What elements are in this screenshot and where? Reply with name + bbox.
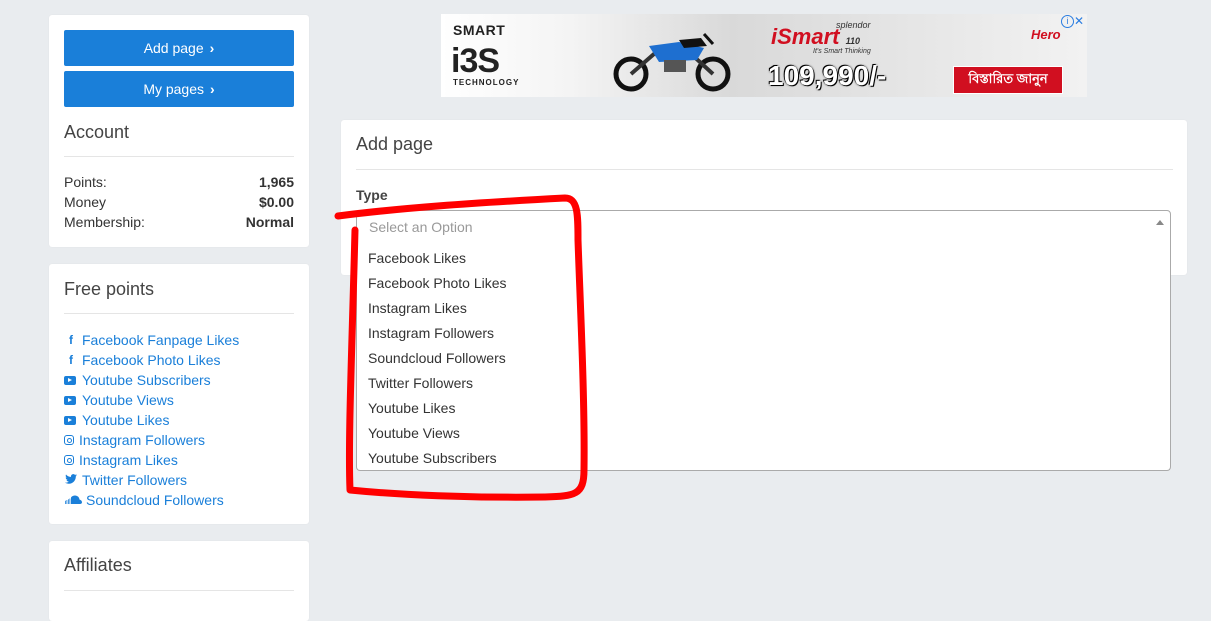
free-points-link-label: Youtube Likes bbox=[82, 412, 170, 428]
facebook-icon: f bbox=[69, 353, 73, 367]
ad-close-icon[interactable]: ✕ bbox=[1074, 14, 1084, 28]
ad-brand-top: SMART bbox=[453, 22, 506, 38]
money-value: $0.00 bbox=[258, 194, 294, 210]
dropdown-option[interactable]: Facebook Likes bbox=[357, 245, 1170, 270]
add-page-button[interactable]: Add page › bbox=[64, 30, 294, 66]
money-label: Money bbox=[64, 194, 107, 210]
free-points-panel: Free points f Facebook Fanpage Likes f F… bbox=[49, 264, 309, 524]
ad-brand-bottom: TECHNOLOGY bbox=[453, 78, 520, 87]
ad-price: 109,990/- bbox=[768, 60, 887, 91]
divider bbox=[64, 313, 294, 314]
free-points-link[interactable]: Instagram Likes bbox=[64, 450, 239, 470]
ad-model-suffix: 110 bbox=[845, 36, 860, 46]
money-row: Money $0.00 bbox=[64, 194, 294, 210]
type-select-placeholder: Select an Option bbox=[369, 219, 473, 235]
my-pages-button-label: My pages bbox=[143, 81, 205, 97]
dropdown-option[interactable]: Instagram Likes bbox=[357, 295, 1170, 320]
dropdown-option[interactable]: Youtube Views bbox=[357, 420, 1170, 445]
add-page-button-label: Add page bbox=[143, 40, 204, 56]
ad-info-icon[interactable]: i bbox=[1061, 15, 1074, 28]
chevron-right-icon: › bbox=[210, 81, 215, 97]
dropdown-option[interactable]: Youtube Likes bbox=[357, 395, 1170, 420]
points-value: 1,965 bbox=[258, 174, 294, 190]
ad-brand-main: i3S bbox=[451, 42, 500, 80]
youtube-icon bbox=[64, 375, 76, 385]
free-points-link[interactable]: f Facebook Photo Likes bbox=[64, 350, 239, 370]
free-points-link[interactable]: Instagram Followers bbox=[64, 430, 239, 450]
page-title: Add page bbox=[356, 134, 434, 154]
dropdown-option[interactable]: Instagram Followers bbox=[357, 320, 1170, 345]
account-panel: Add page › My pages › Account Points: 1,… bbox=[49, 15, 309, 247]
membership-label: Membership: bbox=[64, 214, 145, 230]
account-title: Account bbox=[64, 122, 130, 142]
free-points-link-label: Facebook Photo Likes bbox=[82, 352, 221, 368]
my-pages-button[interactable]: My pages › bbox=[64, 71, 294, 107]
free-points-link[interactable]: f Facebook Fanpage Likes bbox=[64, 330, 239, 350]
youtube-icon bbox=[64, 415, 76, 425]
dropdown-option[interactable]: Facebook Photo Likes bbox=[357, 270, 1170, 295]
free-points-link-label: Soundcloud Followers bbox=[86, 492, 224, 508]
free-points-link-label: Youtube Subscribers bbox=[82, 372, 211, 388]
free-points-link[interactable]: Twitter Followers bbox=[64, 470, 239, 490]
divider bbox=[64, 590, 294, 591]
free-points-link[interactable]: Soundcloud Followers bbox=[64, 490, 239, 510]
dropdown-option[interactable]: Twitter Followers bbox=[357, 370, 1170, 395]
points-label: Points: bbox=[64, 174, 107, 190]
free-points-link-label: Facebook Fanpage Likes bbox=[82, 332, 240, 348]
youtube-icon bbox=[64, 395, 76, 405]
dropdown-option[interactable]: Soundcloud Followers bbox=[357, 345, 1170, 370]
type-label: Type bbox=[356, 187, 388, 203]
dropdown-option[interactable]: Youtube Subscribers bbox=[357, 445, 1170, 470]
instagram-icon bbox=[64, 435, 74, 445]
membership-value: Normal bbox=[245, 214, 294, 230]
free-points-link-label: Twitter Followers bbox=[82, 472, 188, 488]
soundcloud-icon bbox=[64, 493, 82, 507]
free-points-link-label: Instagram Followers bbox=[79, 432, 206, 448]
points-row: Points: 1,965 bbox=[64, 174, 294, 190]
ad-logo: Hero bbox=[1031, 27, 1061, 42]
free-points-list: f Facebook Fanpage Likes f Facebook Phot… bbox=[64, 330, 239, 510]
free-points-link-label: Youtube Views bbox=[82, 392, 174, 408]
free-points-link[interactable]: Youtube Likes bbox=[64, 410, 239, 430]
facebook-icon: f bbox=[69, 333, 73, 347]
ad-cta-button[interactable]: বিস্তারিত জানুন bbox=[953, 66, 1063, 94]
divider bbox=[64, 156, 294, 157]
instagram-icon bbox=[64, 455, 74, 465]
free-points-link[interactable]: Youtube Subscribers bbox=[64, 370, 239, 390]
type-select[interactable]: Select an Option bbox=[356, 210, 1171, 242]
caret-up-icon bbox=[1156, 220, 1164, 225]
divider bbox=[356, 169, 1173, 170]
type-dropdown: Facebook Likes Facebook Photo Likes Inst… bbox=[356, 241, 1171, 471]
chevron-right-icon: › bbox=[209, 40, 215, 56]
free-points-title: Free points bbox=[64, 279, 155, 299]
affiliates-title: Affiliates bbox=[64, 555, 132, 575]
membership-row: Membership: Normal bbox=[64, 214, 294, 230]
twitter-icon bbox=[64, 473, 78, 487]
ad-model: iSmart 110 bbox=[771, 24, 860, 50]
ad-model-name: iSmart bbox=[771, 24, 840, 49]
motorcycle-image bbox=[613, 32, 731, 92]
advertisement-banner[interactable]: SMART i3S TECHNOLOGY splendor iSmart 110… bbox=[441, 14, 1087, 97]
free-points-link[interactable]: Youtube Views bbox=[64, 390, 239, 410]
affiliates-panel: Affiliates bbox=[49, 541, 309, 621]
ad-tagline: It's Smart Thinking bbox=[813, 48, 871, 55]
free-points-link-label: Instagram Likes bbox=[79, 452, 178, 468]
